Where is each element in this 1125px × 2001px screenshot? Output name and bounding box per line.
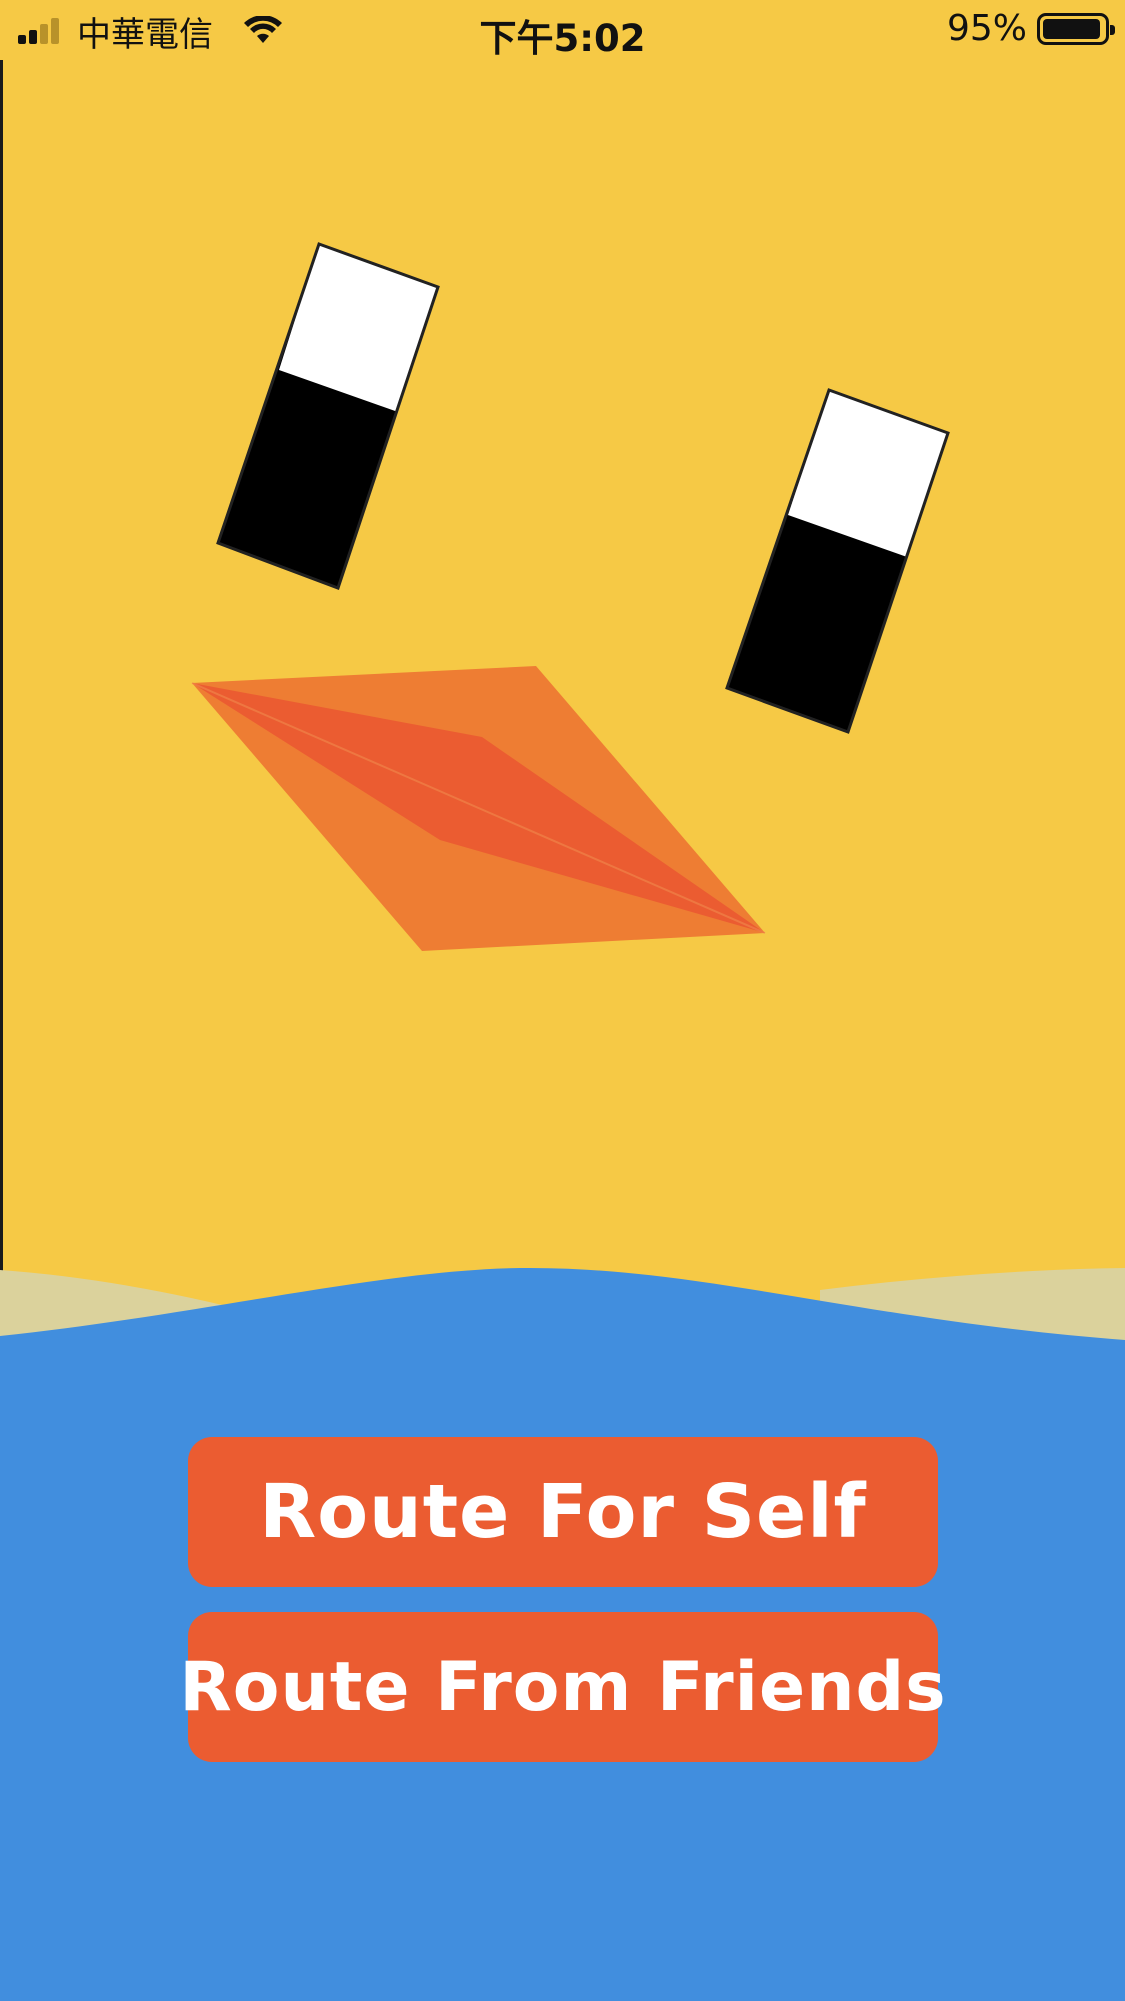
duck-face-illustration	[191, 242, 950, 951]
left-eye	[216, 242, 440, 590]
route-for-self-button[interactable]: Route For Self	[188, 1437, 938, 1587]
route-from-friends-button[interactable]: Route From Friends	[179, 1612, 946, 1762]
beak	[191, 666, 766, 951]
right-eye	[725, 388, 950, 734]
app-screen: 中華電信 下午5:02 95% Route For Self Route Fro…	[0, 0, 1125, 2001]
